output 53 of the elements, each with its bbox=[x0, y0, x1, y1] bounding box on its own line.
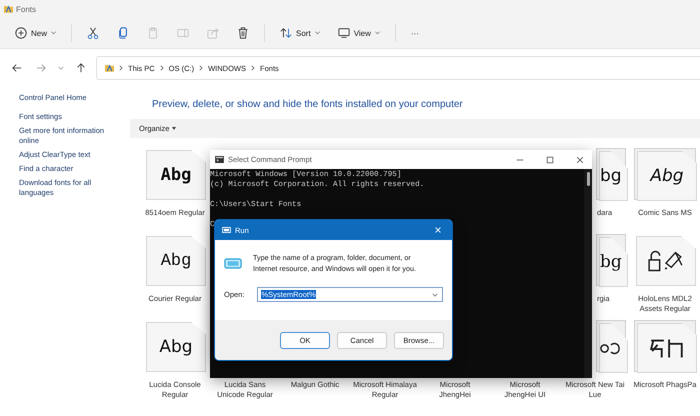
maximize-button[interactable] bbox=[546, 156, 554, 164]
dropdown-triangle-icon bbox=[172, 127, 176, 130]
font-preview: Abg bbox=[160, 165, 192, 185]
clipboard-icon bbox=[147, 27, 160, 39]
terminal-icon bbox=[215, 156, 224, 163]
folder-icon bbox=[105, 64, 114, 72]
chevron-right-icon bbox=[199, 65, 204, 71]
folder-icon bbox=[4, 5, 13, 13]
plus-circle-icon bbox=[15, 27, 27, 39]
font-preview: bg bbox=[600, 252, 622, 272]
font-preview: Abg bbox=[159, 337, 193, 357]
sort-button[interactable]: Sort bbox=[273, 24, 327, 42]
chevron-down-icon bbox=[432, 292, 438, 296]
copy-icon bbox=[117, 27, 130, 39]
window-title: Fonts bbox=[16, 4, 36, 14]
rename-icon bbox=[177, 27, 190, 39]
font-preview: bg bbox=[600, 166, 622, 186]
more-button[interactable]: ··· bbox=[404, 26, 426, 40]
scissors-icon bbox=[87, 27, 100, 39]
scrollbar-thumb[interactable] bbox=[586, 172, 590, 186]
share-icon bbox=[207, 27, 220, 39]
font-preview: Abg bbox=[160, 252, 192, 270]
font-file-card[interactable] bbox=[636, 236, 696, 286]
chevron-right-icon bbox=[251, 65, 256, 71]
glyph-icon bbox=[600, 342, 620, 354]
monitor-icon bbox=[338, 27, 350, 39]
font-preview: Abg bbox=[650, 166, 684, 186]
font-file-card[interactable]: bg bbox=[599, 237, 628, 287]
right-arrow-icon bbox=[36, 63, 46, 73]
new-button[interactable]: New bbox=[8, 24, 64, 42]
font-file-card[interactable]: Abg bbox=[146, 322, 206, 372]
sort-arrows-icon bbox=[280, 27, 292, 39]
page-heading: Preview, delete, or show and hide the fonts installed on your computer bbox=[151, 98, 464, 112]
chevron-down-icon bbox=[374, 31, 380, 35]
chevron-right-icon bbox=[119, 65, 123, 71]
font-file-card[interactable]: Abg bbox=[146, 236, 206, 286]
font-file-card[interactable]: Abg bbox=[637, 151, 697, 201]
font-file-card[interactable]: Abg bbox=[146, 150, 206, 200]
chevron-right-icon bbox=[160, 65, 164, 71]
font-file-card[interactable]: bg bbox=[599, 151, 628, 201]
font-file-card[interactable] bbox=[599, 323, 628, 373]
trash-icon bbox=[237, 27, 250, 39]
chevron-down-icon bbox=[58, 66, 64, 70]
font-file-card[interactable] bbox=[637, 323, 697, 373]
up-arrow-icon bbox=[76, 63, 86, 73]
chevron-down-icon bbox=[314, 31, 320, 35]
chevron-down-icon bbox=[51, 31, 56, 35]
run-icon bbox=[222, 227, 231, 233]
lock-pen-icon bbox=[647, 250, 685, 272]
close-button[interactable] bbox=[576, 156, 584, 164]
view-button[interactable]: View bbox=[330, 24, 387, 42]
run-icon bbox=[224, 258, 242, 269]
left-arrow-icon bbox=[12, 63, 22, 73]
